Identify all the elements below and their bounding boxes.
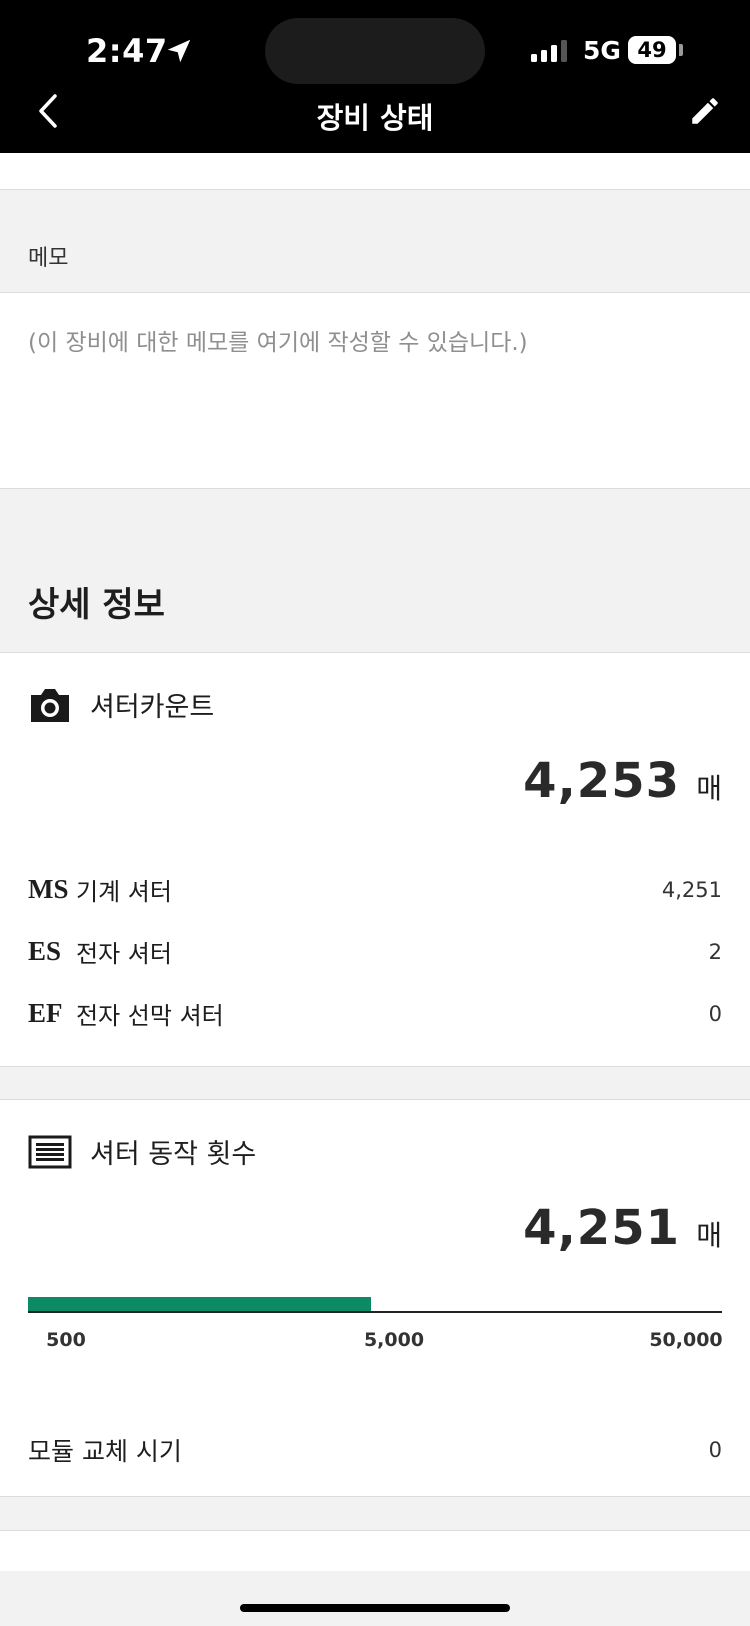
shutter-type-code: EF xyxy=(28,998,63,1028)
edit-button[interactable] xyxy=(684,90,726,132)
shutter-icon xyxy=(28,1135,72,1168)
memo-field[interactable]: (이 장비에 대한 메모를 여기에 작성할 수 있습니다.) xyxy=(0,293,750,489)
top-bar: 2:47 5G 49 장비 상태 xyxy=(0,0,750,153)
shutter-count-unit: 매 xyxy=(696,772,722,805)
network-type: 5G xyxy=(583,36,621,65)
battery-tip xyxy=(679,44,683,56)
battery-level: 49 xyxy=(628,36,676,64)
partial-row xyxy=(0,153,750,190)
shutter-actuations-card: 셔터 동작 횟수 4,251 매 xyxy=(0,1099,750,1397)
shutter-type-label: 기계 셔터 xyxy=(76,878,172,906)
location-arrow-icon xyxy=(167,39,191,63)
home-indicator xyxy=(240,1604,510,1612)
shutter-actuations-value: 4,251 xyxy=(523,1200,680,1256)
next-card xyxy=(0,1530,750,1571)
pencil-icon xyxy=(692,98,718,124)
actuations-progress-track xyxy=(28,1311,722,1313)
dynamic-island xyxy=(265,18,485,84)
list-item: ES 전자 셔터 2 xyxy=(28,934,722,969)
details-title: 상세 정보 xyxy=(28,585,165,625)
list-item: EF 전자 선막 셔터 0 xyxy=(28,996,722,1031)
shutter-count-value: 4,253 xyxy=(523,753,680,809)
camera-icon xyxy=(31,688,69,722)
progress-tick-label: 500 xyxy=(46,1329,86,1351)
shutter-actuations-unit: 매 xyxy=(696,1219,722,1252)
shutter-count-label: 셔터카운트 xyxy=(90,692,215,723)
shutter-type-value: 0 xyxy=(708,1001,722,1026)
shutter-breakdown-card: MS 기계 셔터 4,251 ES 전자 셔터 2 EF 전자 선막 셔터 0 xyxy=(0,836,750,1067)
signal-strength-icon xyxy=(531,40,567,62)
module-replacement-row: 모듈 교체 시기 0 xyxy=(28,1432,722,1468)
shutter-actuations-label: 셔터 동작 횟수 xyxy=(90,1139,257,1170)
shutter-actuations-header: 셔터 동작 횟수 xyxy=(28,1132,256,1171)
status-time: 2:47 xyxy=(86,32,168,70)
shutter-type-label: 전자 선막 셔터 xyxy=(76,1002,224,1030)
shutter-type-code: ES xyxy=(28,936,62,966)
module-replacement-label: 모듈 교체 시기 xyxy=(28,1437,182,1466)
memo-heading: 메모 xyxy=(28,246,69,271)
shutter-type-value: 4,251 xyxy=(661,877,722,902)
actuations-progress-fill xyxy=(28,1297,371,1312)
memo-placeholder: (이 장비에 대한 메모를 여기에 작성할 수 있습니다.) xyxy=(28,330,528,356)
shutter-type-code: MS xyxy=(28,874,69,904)
shutter-type-value: 2 xyxy=(708,939,722,964)
progress-tick-label: 50,000 xyxy=(649,1329,723,1351)
page-title: 장비 상태 xyxy=(316,101,434,135)
memo-section-header: 메모 xyxy=(0,190,750,293)
list-item: MS 기계 셔터 4,251 xyxy=(28,872,722,907)
module-replacement-value: 0 xyxy=(708,1438,722,1462)
shutter-count-header: 셔터카운트 xyxy=(28,685,214,724)
progress-tick-label: 5,000 xyxy=(363,1329,425,1351)
shutter-count-card: 셔터카운트 4,253 매 xyxy=(0,652,750,837)
shutter-type-label: 전자 셔터 xyxy=(76,940,172,968)
